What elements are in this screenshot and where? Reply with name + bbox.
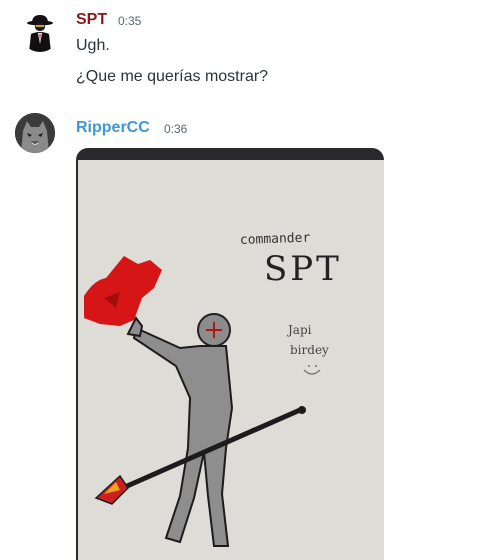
handwriting-japi: Japi [286,323,312,337]
author-name[interactable]: RipperCC [76,118,150,138]
avatar-rippercc[interactable] [15,113,55,153]
message-text: Ugh. [76,37,110,54]
handwriting-commander: commander [240,231,311,248]
wolf-mask-icon [15,113,55,153]
drawing-image: commander SPT Japi birdey [78,160,384,560]
message-timestamp: 0:35 [118,14,142,28]
fedora-agent-icon [20,12,60,52]
avatar-spt[interactable] [20,12,60,52]
message-text: ¿Que me querías mostrar? [76,68,269,85]
image-attachment[interactable]: commander SPT Japi birdey [76,148,384,560]
handwriting-spt: SPT [264,249,342,289]
handwriting-birdey: birdey [290,343,329,357]
author-name[interactable]: SPT [76,10,107,30]
message-timestamp: 0:36 [164,122,188,136]
message-spt: SPT 0:35 Ugh. ¿Que me querías mostrar? [0,0,485,100]
